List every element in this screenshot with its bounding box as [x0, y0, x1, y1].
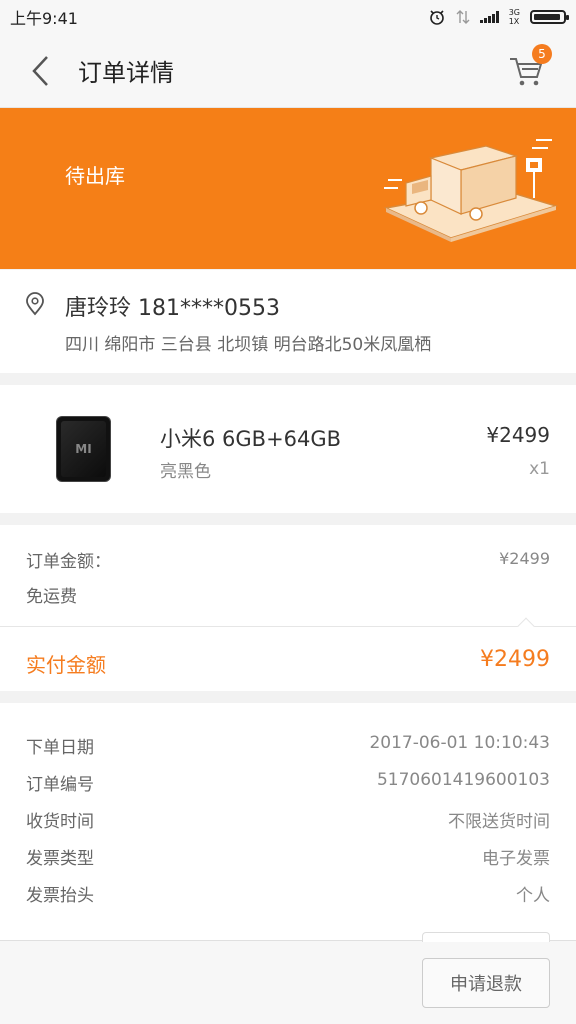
- divider-notch: [517, 617, 535, 635]
- cart-badge: 5: [532, 44, 552, 64]
- shipping-fee-label: 免运费: [26, 587, 77, 607]
- delivery-truck-icon: [383, 139, 559, 242]
- page-title: 订单详情: [78, 59, 174, 87]
- order-number-label: 订单编号: [26, 775, 94, 795]
- invoice-title-value: 个人: [516, 886, 550, 906]
- network-type: 3G 1X: [509, 8, 520, 26]
- product-color: 亮黑色: [160, 462, 211, 482]
- shipping-address: 四川 绵阳市 三台县 北坝镇 明台路北50米凤凰栖: [65, 335, 432, 355]
- location-pin-icon: [26, 292, 44, 316]
- status-bar: 上午9:41 3G 1X: [0, 0, 576, 34]
- request-refund-button[interactable]: 申请退款: [422, 958, 550, 1008]
- status-icons: 3G 1X: [428, 8, 569, 26]
- product-logo: MI: [75, 442, 92, 456]
- signal-icon: [479, 11, 499, 23]
- order-amount-label: 订单金额：: [26, 552, 111, 572]
- header: 订单详情 5: [0, 34, 576, 108]
- battery-icon: [530, 10, 569, 24]
- back-button[interactable]: [10, 34, 70, 108]
- paid-amount-label: 实付金额: [26, 653, 106, 677]
- recipient-name-phone: 唐玲玲 181****0553: [65, 296, 280, 321]
- product-image: MI: [57, 417, 110, 481]
- invoice-type-value: 电子发票: [482, 849, 550, 869]
- product-name: 小米6 6GB+64GB: [160, 427, 342, 451]
- chevron-left-icon: [32, 55, 48, 86]
- invoice-type-label: 发票类型: [26, 849, 94, 869]
- paid-amount-value: ¥2499: [480, 647, 550, 672]
- product-price: ¥2499: [486, 423, 550, 447]
- delivery-time-label: 收货时间: [26, 812, 94, 832]
- bottom-action-bar: 申请退款: [0, 932, 576, 1024]
- network-bottom-label: 1X: [508, 17, 520, 26]
- order-date-label: 下单日期: [26, 738, 94, 758]
- order-status-banner: 待出库: [0, 108, 576, 269]
- delivery-time-value: 不限送货时间: [448, 812, 550, 832]
- order-info: 下单日期 2017-06-01 10:10:43 订单编号 5170601419…: [0, 703, 576, 943]
- data-transfer-icon: [456, 10, 470, 24]
- invoice-title-label: 发票抬头: [26, 886, 94, 906]
- divider: [0, 626, 576, 627]
- alarm-icon: [429, 10, 444, 25]
- status-time: 上午9:41: [10, 9, 78, 28]
- order-amount-value: ¥2499: [499, 549, 550, 568]
- cart-button[interactable]: 5: [508, 44, 552, 88]
- network-top-label: 3G: [508, 8, 520, 17]
- product-card[interactable]: MI 小米6 6GB+64GB 亮黑色 ¥2499 x1: [0, 385, 576, 513]
- order-number-value: 5170601419600103: [376, 770, 550, 790]
- order-date-value: 2017-06-01 10:10:43: [369, 733, 550, 753]
- address-card[interactable]: 唐玲玲 181****0553 四川 绵阳市 三台县 北坝镇 明台路北50米凤凰…: [0, 270, 576, 373]
- hidden-button-edge: [422, 932, 550, 942]
- product-quantity: x1: [529, 459, 550, 479]
- order-status-text: 待出库: [65, 164, 125, 188]
- amount-summary: 订单金额： ¥2499 免运费 实付金额 ¥2499: [0, 525, 576, 691]
